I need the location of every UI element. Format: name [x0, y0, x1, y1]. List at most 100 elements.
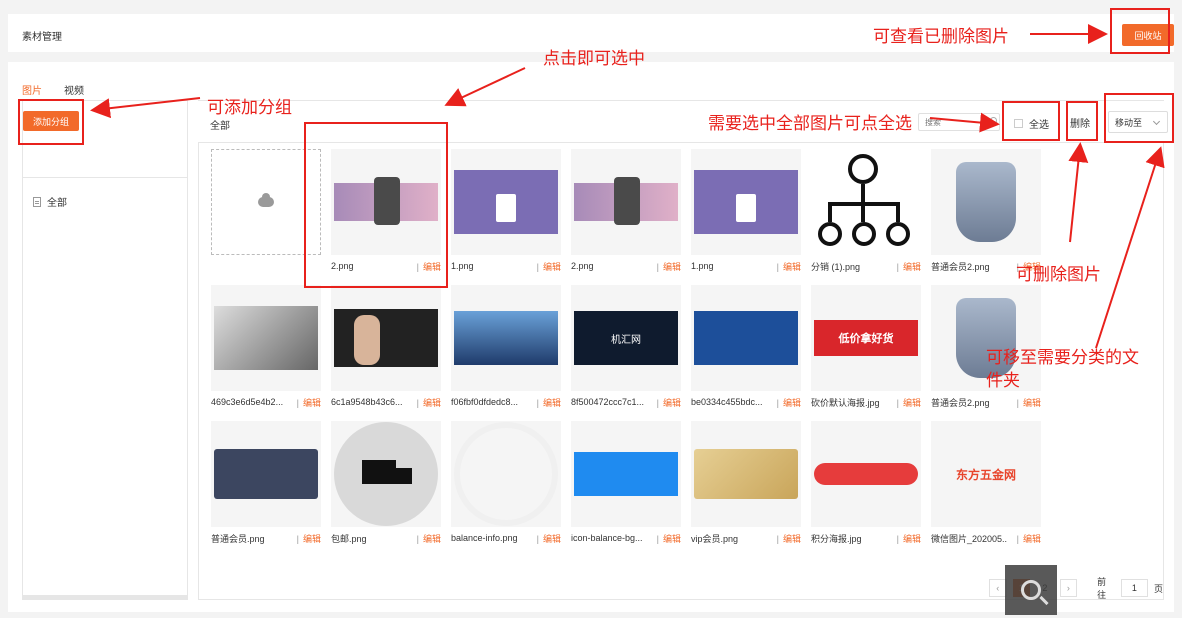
image-name: vip会员.png: [691, 533, 739, 544]
select-all-highlight: [1002, 101, 1060, 141]
image-name: balance-info.png: [451, 533, 518, 543]
cloud-upload-icon: [258, 193, 274, 207]
bargain-poster-image[interactable]: 低价拿好货: [811, 285, 921, 391]
zoom-overlay[interactable]: [1005, 565, 1057, 615]
search-icon[interactable]: [990, 117, 997, 124]
edit-link[interactable]: | 编辑: [417, 396, 441, 409]
vip-card-image[interactable]: [691, 421, 801, 527]
image-name: 微信图片_202005...: [931, 533, 1007, 544]
edit-link[interactable]: | 编辑: [417, 532, 441, 545]
move-note-line1: 可移至需要分类的文: [986, 348, 1139, 367]
edit-link[interactable]: | 编辑: [297, 396, 321, 409]
speaker-image[interactable]: [331, 285, 441, 391]
bargain-text: 低价拿好货: [814, 320, 918, 356]
sidebar-item-all[interactable]: 全部: [33, 194, 67, 209]
image-name: 普通会员2.png: [931, 261, 990, 272]
edit-link[interactable]: | 编辑: [657, 532, 681, 545]
balance-image[interactable]: [451, 421, 561, 527]
edit-link[interactable]: | 编辑: [777, 260, 801, 273]
edit-link[interactable]: | 编辑: [297, 532, 321, 545]
edit-link[interactable]: | 编辑: [1017, 396, 1041, 409]
next-page-button[interactable]: ›: [1059, 579, 1078, 597]
search-input[interactable]: [918, 113, 1000, 131]
click-select-note: 点击即可选中: [543, 49, 645, 68]
logo-image[interactable]: 东方五金网: [931, 421, 1041, 527]
distribution-tree-image[interactable]: [811, 149, 921, 255]
image-tile[interactable]: 1.png | 编辑: [691, 149, 801, 275]
image-tile[interactable]: 低价拿好货 砍价默认海报.jpg | 编辑: [811, 285, 921, 411]
edit-link[interactable]: | 编辑: [1017, 532, 1041, 545]
purple-card-image[interactable]: [451, 149, 561, 255]
edit-link[interactable]: | 编辑: [897, 396, 921, 409]
edit-link[interactable]: | 编辑: [777, 396, 801, 409]
brand-banner-image[interactable]: 机汇网: [571, 285, 681, 391]
recycle-highlight: [1110, 8, 1170, 54]
sidebar-item-label: 全部: [47, 198, 67, 209]
tab-videos[interactable]: 视频: [64, 82, 84, 97]
image-select-highlight: [304, 122, 448, 288]
laptop-image[interactable]: [211, 285, 321, 391]
image-tile[interactable]: 普通会员.png | 编辑: [211, 421, 321, 547]
conference-image[interactable]: [451, 285, 561, 391]
goto-label: 前往: [1097, 577, 1107, 600]
blue-banner-image[interactable]: [571, 421, 681, 527]
page-unit-label: 页: [1153, 583, 1163, 594]
page-title: 素材管理: [22, 32, 62, 43]
main-panel: 图片 视频 添加分组 全部 全部 全选 删除 移动至: [8, 62, 1174, 612]
image-tile[interactable]: 普通会员2.png | 编辑: [931, 149, 1041, 275]
edit-link[interactable]: | 编辑: [657, 396, 681, 409]
purple-card-image[interactable]: [691, 149, 801, 255]
edit-link[interactable]: | 编辑: [897, 260, 921, 273]
edit-link[interactable]: | 编辑: [537, 532, 561, 545]
image-name: 6c1a9548b43c6...: [331, 397, 403, 407]
image-name: 469c3e6d5e4b2...: [211, 397, 284, 407]
move-note-line2: 件夹: [986, 371, 1020, 390]
goto-page-input[interactable]: 1: [1120, 579, 1148, 597]
media-tabs: 图片 视频: [22, 82, 84, 97]
stage-image[interactable]: [691, 285, 801, 391]
zoom-in-icon: [1021, 580, 1041, 600]
image-tile[interactable]: balance-info.png | 编辑: [451, 421, 561, 547]
medal-image[interactable]: [931, 149, 1041, 255]
delete-highlight: [1066, 101, 1098, 141]
edit-link[interactable]: | 编辑: [657, 260, 681, 273]
image-tile[interactable]: 1.png | 编辑: [451, 149, 561, 275]
image-tile[interactable]: vip会员.png | 编辑: [691, 421, 801, 547]
image-tile[interactable]: 469c3e6d5e4b2... | 编辑: [211, 285, 321, 411]
edit-link[interactable]: | 编辑: [777, 532, 801, 545]
edit-link[interactable]: | 编辑: [537, 260, 561, 273]
select-all-note: 需要选中全部图片可点全选: [708, 114, 912, 133]
image-tile[interactable]: 机汇网 8f500472ccc7c1... | 编辑: [571, 285, 681, 411]
delete-note: 可删除图片: [1016, 265, 1101, 284]
image-name: f06fbf0dfdedc8...: [451, 397, 519, 407]
image-name: 包邮.png: [331, 533, 367, 544]
image-tile[interactable]: be0334c455bdc... | 编辑: [691, 285, 801, 411]
image-tile[interactable]: icon-balance-bg... | 编辑: [571, 421, 681, 547]
image-tile[interactable]: 包邮.png | 编辑: [331, 421, 441, 547]
prev-page-button[interactable]: ‹: [989, 579, 1007, 597]
image-tile[interactable]: 分销 (1).png | 编辑: [811, 149, 921, 275]
add-group-highlight: [18, 99, 84, 145]
image-tile[interactable]: 6c1a9548b43c6... | 编辑: [331, 285, 441, 411]
image-name: 1.png: [451, 261, 474, 271]
image-name: 分销 (1).png: [811, 261, 861, 272]
image-tile[interactable]: 东方五金网 微信图片_202005... | 编辑: [931, 421, 1041, 547]
group-sidebar: 添加分组 全部: [22, 100, 188, 600]
image-name: 8f500472ccc7c1...: [571, 397, 645, 407]
image-tile[interactable]: 积分海报.jpg | 编辑: [811, 421, 921, 547]
image-name: be0334c455bdc...: [691, 397, 763, 407]
member-card-image[interactable]: [211, 421, 321, 527]
image-tile[interactable]: 2.png | 编辑: [571, 149, 681, 275]
truck-icon[interactable]: [331, 421, 441, 527]
image-name: 1.png: [691, 261, 714, 271]
sidebar-scrollbar[interactable]: [23, 595, 187, 599]
phone-promo-image[interactable]: [571, 149, 681, 255]
edit-link[interactable]: | 编辑: [897, 532, 921, 545]
image-name: 普通会员.png: [211, 533, 265, 544]
points-poster-image[interactable]: [811, 421, 921, 527]
image-name: 2.png: [571, 261, 594, 271]
image-name: 普通会员2.png: [931, 397, 990, 408]
tab-images[interactable]: 图片: [22, 82, 42, 97]
edit-link[interactable]: | 编辑: [537, 396, 561, 409]
image-tile[interactable]: f06fbf0dfdedc8... | 编辑: [451, 285, 561, 411]
